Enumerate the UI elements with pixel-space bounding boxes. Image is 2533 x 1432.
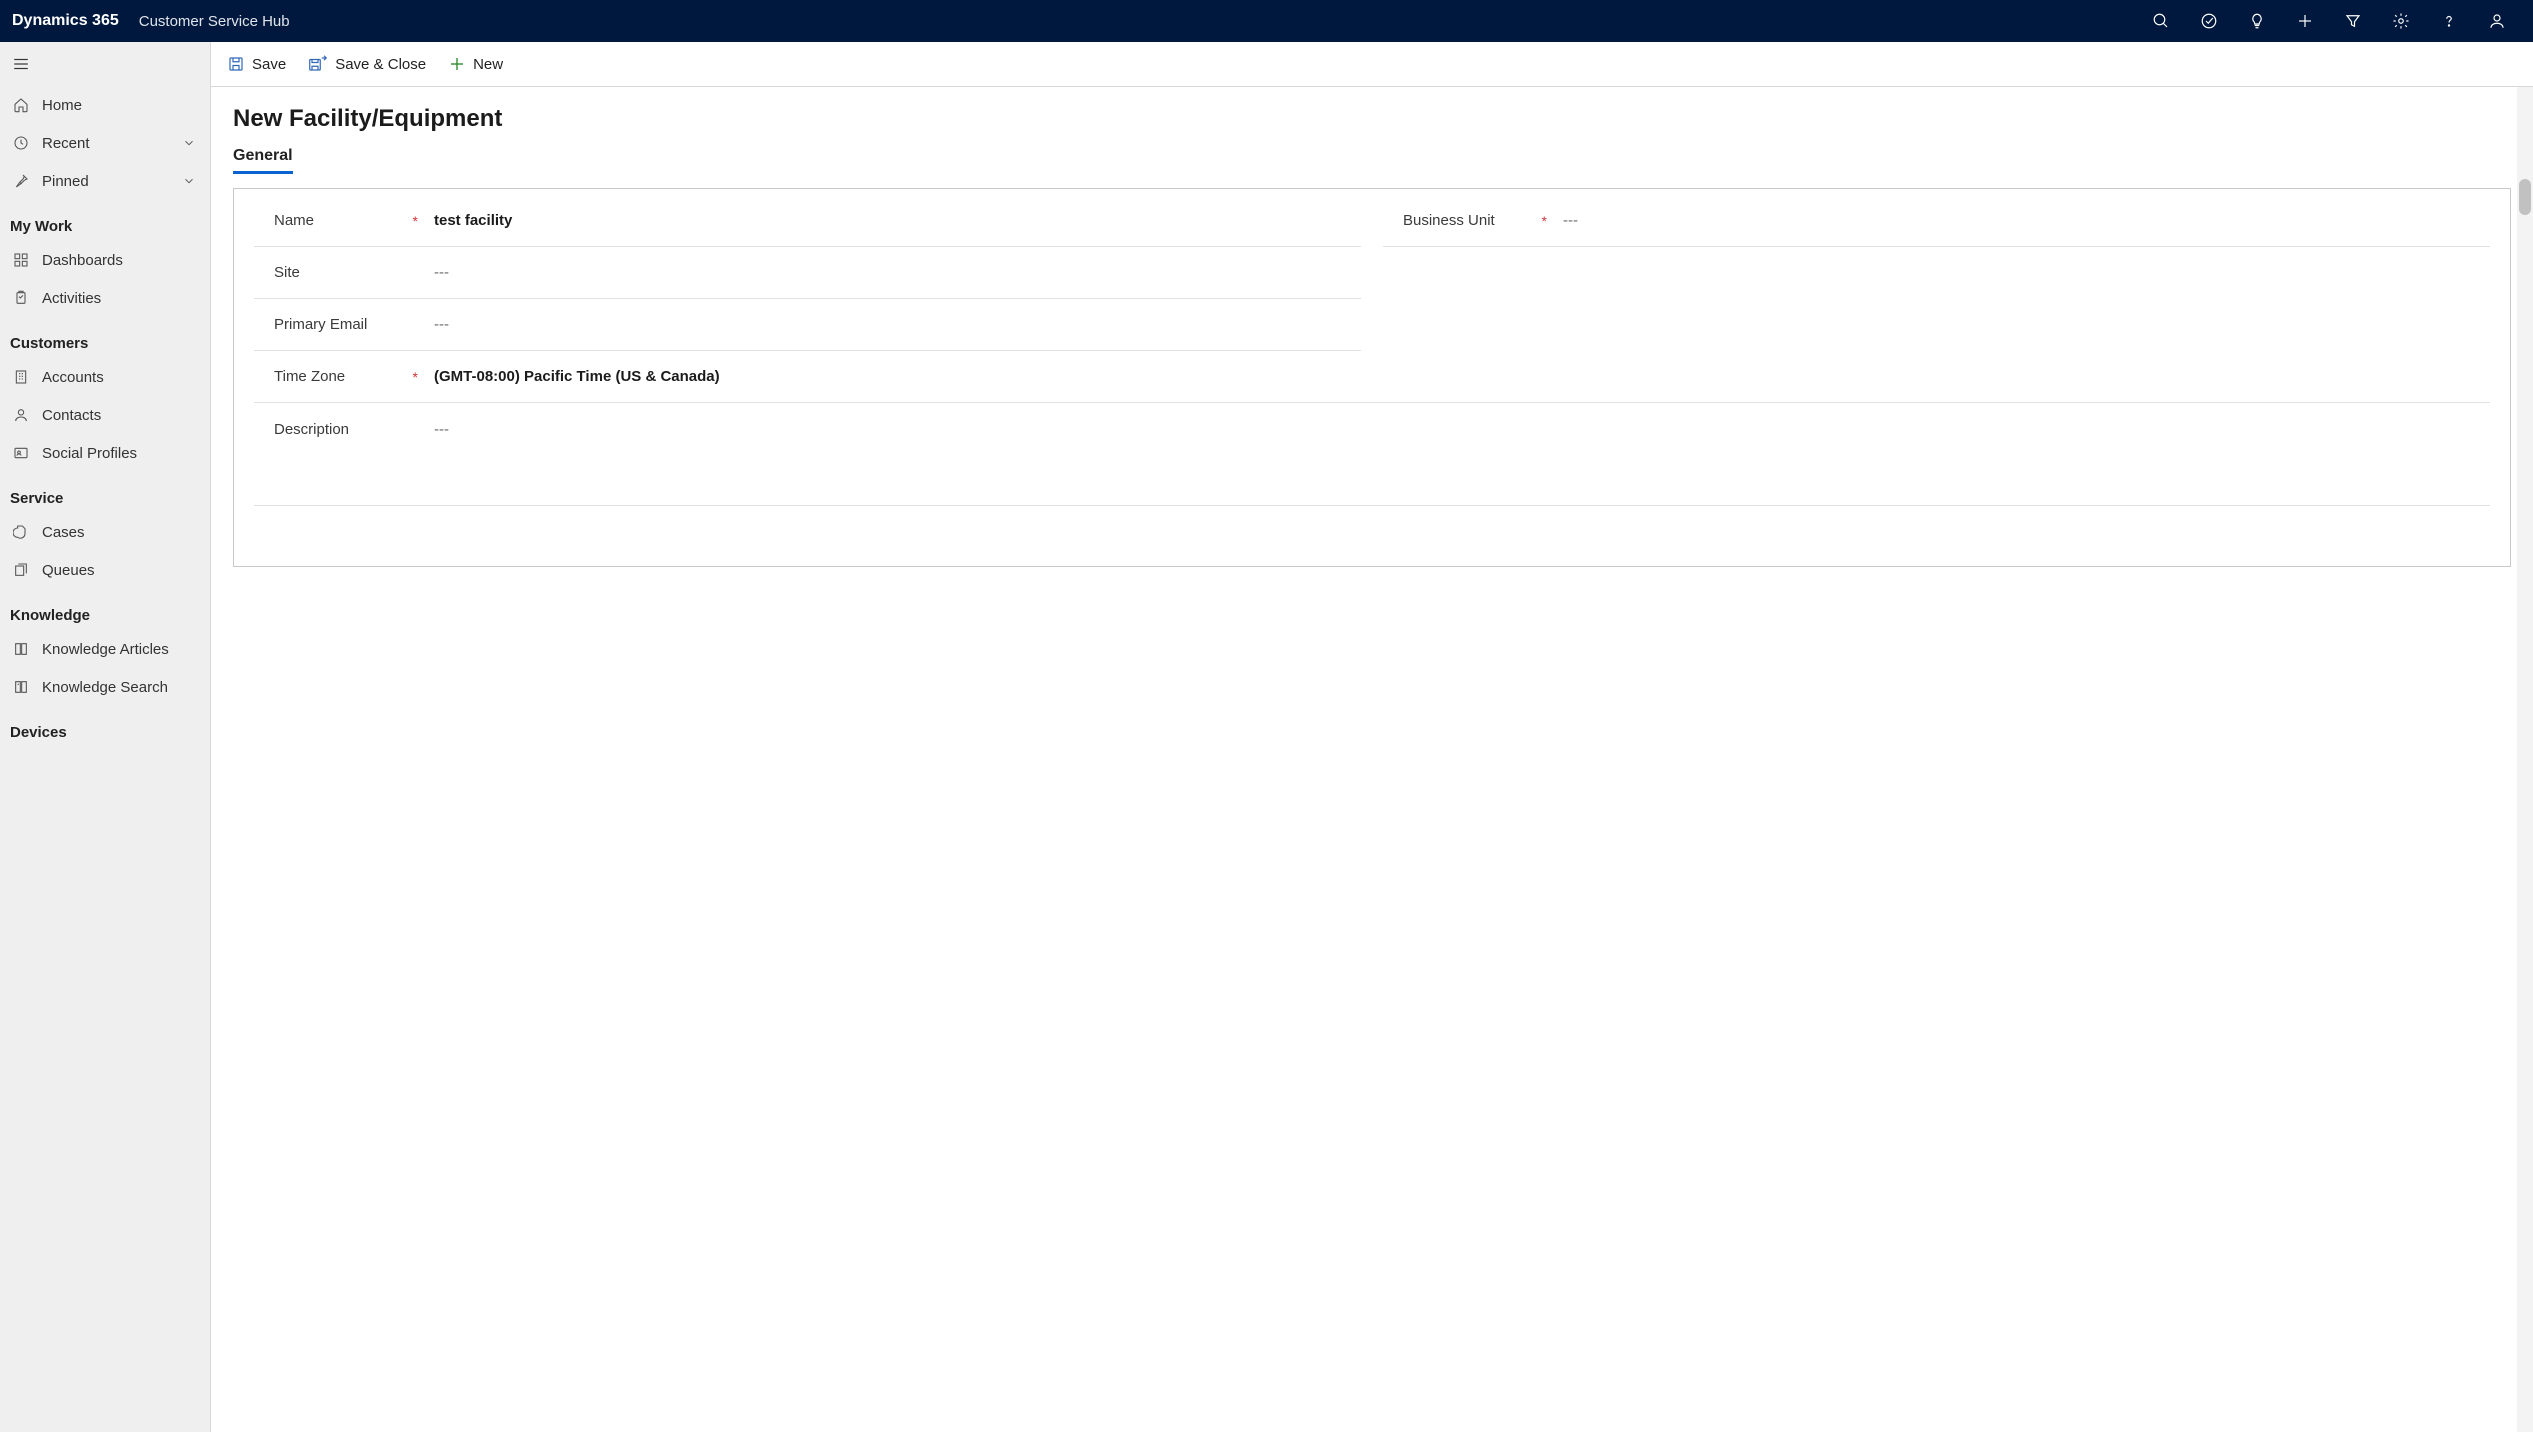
book-search-icon — [10, 679, 32, 695]
task-icon[interactable] — [2185, 0, 2233, 42]
nav-accounts[interactable]: Accounts — [0, 358, 210, 396]
nav-cases-label: Cases — [42, 524, 200, 541]
dashboard-icon — [10, 252, 32, 268]
nav-activities[interactable]: Activities — [0, 279, 210, 317]
save-icon — [227, 55, 245, 73]
filter-icon[interactable] — [2329, 0, 2377, 42]
nav-knowledge-search-label: Knowledge Search — [42, 679, 200, 696]
field-business-unit-label: Business Unit — [1383, 212, 1495, 229]
main-area: Save Save & Close New New Facility/Equip… — [211, 42, 2533, 1432]
field-name[interactable]: Name * test facility — [254, 195, 1361, 247]
case-icon — [10, 524, 32, 540]
profile-card-icon — [10, 445, 32, 461]
nav-home[interactable]: Home — [0, 86, 210, 124]
left-nav: Home Recent Pinned My Work — [0, 42, 211, 1432]
save-button-label: Save — [252, 56, 286, 73]
pin-icon — [10, 173, 32, 189]
nav-accounts-label: Accounts — [42, 369, 200, 386]
field-time-zone-value[interactable]: (GMT-08:00) Pacific Time (US & Canada) — [424, 368, 2490, 385]
field-name-label: Name — [254, 212, 314, 229]
field-primary-email-label: Primary Email — [254, 316, 367, 333]
search-icon[interactable] — [2137, 0, 2185, 42]
nav-recent-label: Recent — [42, 135, 182, 152]
nav-dashboards-label: Dashboards — [42, 252, 200, 269]
nav-pinned[interactable]: Pinned — [0, 162, 210, 200]
nav-group-customers: Customers — [0, 317, 210, 358]
help-icon[interactable] — [2425, 0, 2473, 42]
person-icon — [10, 407, 32, 423]
scrollbar-track[interactable] — [2517, 87, 2533, 1432]
book-icon — [10, 641, 32, 657]
building-icon — [10, 369, 32, 385]
field-site[interactable]: Site --- — [254, 247, 1361, 299]
form-tabs: General — [233, 147, 2511, 174]
save-close-icon — [308, 55, 328, 73]
field-name-value[interactable]: test facility — [424, 212, 1361, 229]
lightbulb-icon[interactable] — [2233, 0, 2281, 42]
required-indicator: * — [413, 213, 418, 229]
new-button-label: New — [473, 56, 503, 73]
queue-icon — [10, 562, 32, 578]
command-bar: Save Save & Close New — [211, 42, 2533, 87]
chevron-down-icon — [182, 174, 196, 188]
gear-icon[interactable] — [2377, 0, 2425, 42]
clock-icon — [10, 135, 32, 151]
nav-queues[interactable]: Queues — [0, 551, 210, 589]
hamburger-button[interactable] — [0, 42, 210, 86]
new-button[interactable]: New — [446, 51, 505, 77]
nav-group-service: Service — [0, 472, 210, 513]
save-button[interactable]: Save — [225, 51, 288, 77]
nav-cases[interactable]: Cases — [0, 513, 210, 551]
nav-activities-label: Activities — [42, 290, 200, 307]
field-description[interactable]: Description --- — [254, 403, 2490, 455]
field-time-zone-label: Time Zone — [254, 368, 345, 385]
nav-social-profiles-label: Social Profiles — [42, 445, 200, 462]
nav-group-my-work: My Work — [0, 200, 210, 241]
field-site-label: Site — [254, 264, 300, 281]
nav-dashboards[interactable]: Dashboards — [0, 241, 210, 279]
field-description-value[interactable]: --- — [424, 421, 2490, 438]
brand-label: Dynamics 365 — [12, 12, 119, 30]
plus-icon — [448, 55, 466, 73]
nav-contacts-label: Contacts — [42, 407, 200, 424]
page-content: New Facility/Equipment General Name * te… — [211, 87, 2533, 1432]
field-description-label: Description — [254, 421, 349, 438]
scrollbar-thumb[interactable] — [2519, 179, 2531, 215]
add-icon[interactable] — [2281, 0, 2329, 42]
required-indicator: * — [1542, 213, 1547, 229]
nav-group-devices: Devices — [0, 706, 210, 747]
form-panel: Name * test facility Business Unit * --- — [233, 188, 2511, 567]
nav-home-label: Home — [42, 97, 200, 114]
home-icon — [10, 97, 32, 113]
clipboard-icon — [10, 290, 32, 306]
field-business-unit[interactable]: Business Unit * --- — [1383, 195, 2490, 247]
field-primary-email[interactable]: Primary Email --- — [254, 299, 1361, 351]
chevron-down-icon — [182, 136, 196, 150]
hub-label[interactable]: Customer Service Hub — [139, 13, 290, 30]
nav-pinned-label: Pinned — [42, 173, 182, 190]
nav-recent[interactable]: Recent — [0, 124, 210, 162]
nav-social-profiles[interactable]: Social Profiles — [0, 434, 210, 472]
user-icon[interactable] — [2473, 0, 2521, 42]
nav-knowledge-articles[interactable]: Knowledge Articles — [0, 630, 210, 668]
save-close-button-label: Save & Close — [335, 56, 426, 73]
nav-queues-label: Queues — [42, 562, 200, 579]
nav-group-knowledge: Knowledge — [0, 589, 210, 630]
field-primary-email-value[interactable]: --- — [424, 316, 1361, 333]
required-indicator: * — [413, 369, 418, 385]
nav-knowledge-articles-label: Knowledge Articles — [42, 641, 200, 658]
tab-general[interactable]: General — [233, 147, 293, 174]
save-close-button[interactable]: Save & Close — [306, 51, 428, 77]
nav-knowledge-search[interactable]: Knowledge Search — [0, 668, 210, 706]
global-navbar: Dynamics 365 Customer Service Hub — [0, 0, 2533, 42]
nav-contacts[interactable]: Contacts — [0, 396, 210, 434]
field-time-zone[interactable]: Time Zone * (GMT-08:00) Pacific Time (US… — [254, 351, 2490, 403]
field-business-unit-value[interactable]: --- — [1553, 212, 2490, 229]
page-title: New Facility/Equipment — [233, 105, 2511, 133]
field-site-value[interactable]: --- — [424, 264, 1361, 281]
